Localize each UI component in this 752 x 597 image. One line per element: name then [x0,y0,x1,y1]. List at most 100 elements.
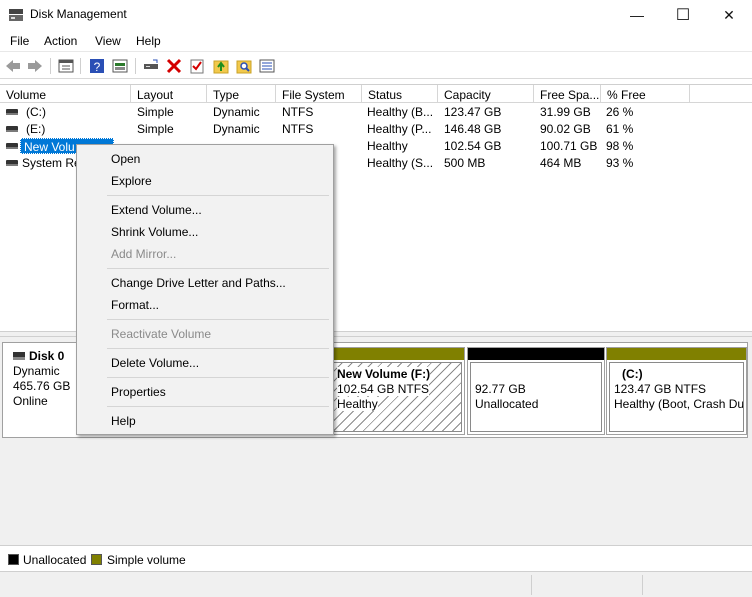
menu-item-properties[interactable]: Properties [111,385,166,399]
toolbar-separator [135,58,136,74]
cell-status: Healthy [367,139,408,153]
menu-separator [107,268,329,269]
menu-item-add-mirror: Add Mirror... [111,247,177,261]
toolbar-separator [80,58,81,74]
menu-item-shrink-volume[interactable]: Shrink Volume... [111,225,198,239]
cell-capacity: 146.48 GB [444,122,502,136]
column-header-capacity[interactable]: Capacity [438,85,534,103]
connect-drive-icon[interactable] [142,57,160,75]
drive-icon [6,126,18,132]
menu-separator [107,348,329,349]
partition-name [475,367,597,382]
menu-item-extend-volume[interactable]: Extend Volume... [111,203,202,217]
title-bar: Disk Management — ☐ ✕ [0,0,752,30]
maximize-button[interactable]: ☐ [660,0,706,30]
window-title: Disk Management [30,7,127,21]
folder-up-icon[interactable] [212,57,230,75]
back-icon[interactable] [4,57,22,75]
partition-status: Healthy [337,397,378,411]
partition-size: 123.47 GB NTFS [614,382,707,396]
cell-percent-free: 93 % [606,156,634,170]
status-bar [0,571,752,597]
menu-item-change-drive-letter[interactable]: Change Drive Letter and Paths... [111,276,286,290]
cell-free-space: 90.02 GB [540,122,591,136]
menu-item-open[interactable]: Open [111,152,140,166]
column-header-free-space[interactable]: Free Spa... [534,85,601,103]
column-header-volume[interactable]: Volume [0,85,131,103]
status-divider [531,575,532,595]
disk-icon [13,352,25,360]
table-row[interactable]: (E:) Simple Dynamic NTFS Healthy (P... 1… [0,121,752,138]
partition-name: (C:) [622,367,643,381]
column-header-type[interactable]: Type [207,85,276,103]
maximize-icon: ☐ [675,7,691,24]
column-header-status[interactable]: Status [362,85,438,103]
menu-action[interactable]: Action [44,34,77,48]
menu-item-format[interactable]: Format... [111,298,159,312]
folder-search-icon[interactable] [235,57,253,75]
cell-status: Healthy (P... [367,122,432,136]
partition-new-volume-f[interactable]: New Volume (F:) 102.54 GB NTFS Healthy [329,347,465,435]
partition-status: Healthy (Boot, Crash Du [614,397,744,411]
menu-item-explore[interactable]: Explore [111,174,152,188]
cell-volume: (C:) [26,105,46,119]
partition-status: Unallocated [475,397,539,411]
checklist-icon[interactable] [188,57,206,75]
cell-layout: Simple [137,122,174,136]
legend-swatch-unallocated [8,554,19,565]
cell-percent-free: 61 % [606,122,634,136]
drive-icon [6,109,18,115]
partition-bar [607,348,746,360]
list-view-icon[interactable] [258,57,276,75]
partition-body: (C:) 123.47 GB NTFS Healthy (Boot, Crash… [609,362,744,432]
partition-size: 92.77 GB [475,382,526,396]
drive-icon [6,160,18,166]
legend: Unallocated Simple volume [0,545,752,571]
cell-type: Dynamic [213,122,260,136]
menu-item-help[interactable]: Help [111,414,136,428]
partition-unallocated[interactable]: 92.77 GB Unallocated [467,347,605,435]
partition-body: 92.77 GB Unallocated [470,362,602,432]
cell-file-system: NTFS [282,122,314,136]
drive-icon [6,143,18,149]
legend-swatch-simple-volume [91,554,102,565]
menu-help[interactable]: Help [136,34,161,48]
partition-bar [330,348,464,360]
table-row[interactable]: (C:) Simple Dynamic NTFS Healthy (B... 1… [0,104,752,121]
cell-free-space: 100.71 GB [540,139,598,153]
menu-separator [107,319,329,320]
cell-capacity: 102.54 GB [444,139,502,153]
forward-icon[interactable] [26,57,44,75]
column-header-filler [690,85,752,103]
cell-status: Healthy (B... [367,105,434,119]
close-icon: ✕ [723,6,735,23]
properties-pane-icon[interactable] [57,57,75,75]
cell-capacity: 500 MB [444,156,486,170]
partition-name: New Volume (F:) [337,367,431,382]
close-button[interactable]: ✕ [706,0,752,30]
column-header-file-system[interactable]: File System [276,85,362,103]
toolbar-separator [50,58,51,74]
minimize-button[interactable]: — [614,0,660,30]
cell-volume: (E:) [26,122,46,136]
disk-management-icon [9,9,23,21]
partition-c[interactable]: (C:) 123.47 GB NTFS Healthy (Boot, Crash… [606,347,747,435]
column-header-layout[interactable]: Layout [131,85,207,103]
status-divider [642,575,643,595]
partition-size: 102.54 GB NTFS [337,382,430,396]
help-icon[interactable]: ? [88,57,106,75]
menu-view[interactable]: View [95,34,121,48]
cell-layout: Simple [137,105,174,119]
menu-item-delete-volume[interactable]: Delete Volume... [111,356,199,370]
legend-label-unallocated: Unallocated [23,553,87,567]
menu-separator [107,195,329,196]
cell-free-space: 464 MB [540,156,582,170]
cell-capacity: 123.47 GB [444,105,502,119]
menu-file[interactable]: File [10,34,29,48]
delete-icon[interactable] [165,57,183,75]
cell-free-space: 31.99 GB [540,105,591,119]
column-header-percent-free[interactable]: % Free [601,85,690,103]
menu-bar: File Action View Help [0,30,752,52]
disk-view-icon[interactable] [111,57,129,75]
cell-percent-free: 98 % [606,139,634,153]
